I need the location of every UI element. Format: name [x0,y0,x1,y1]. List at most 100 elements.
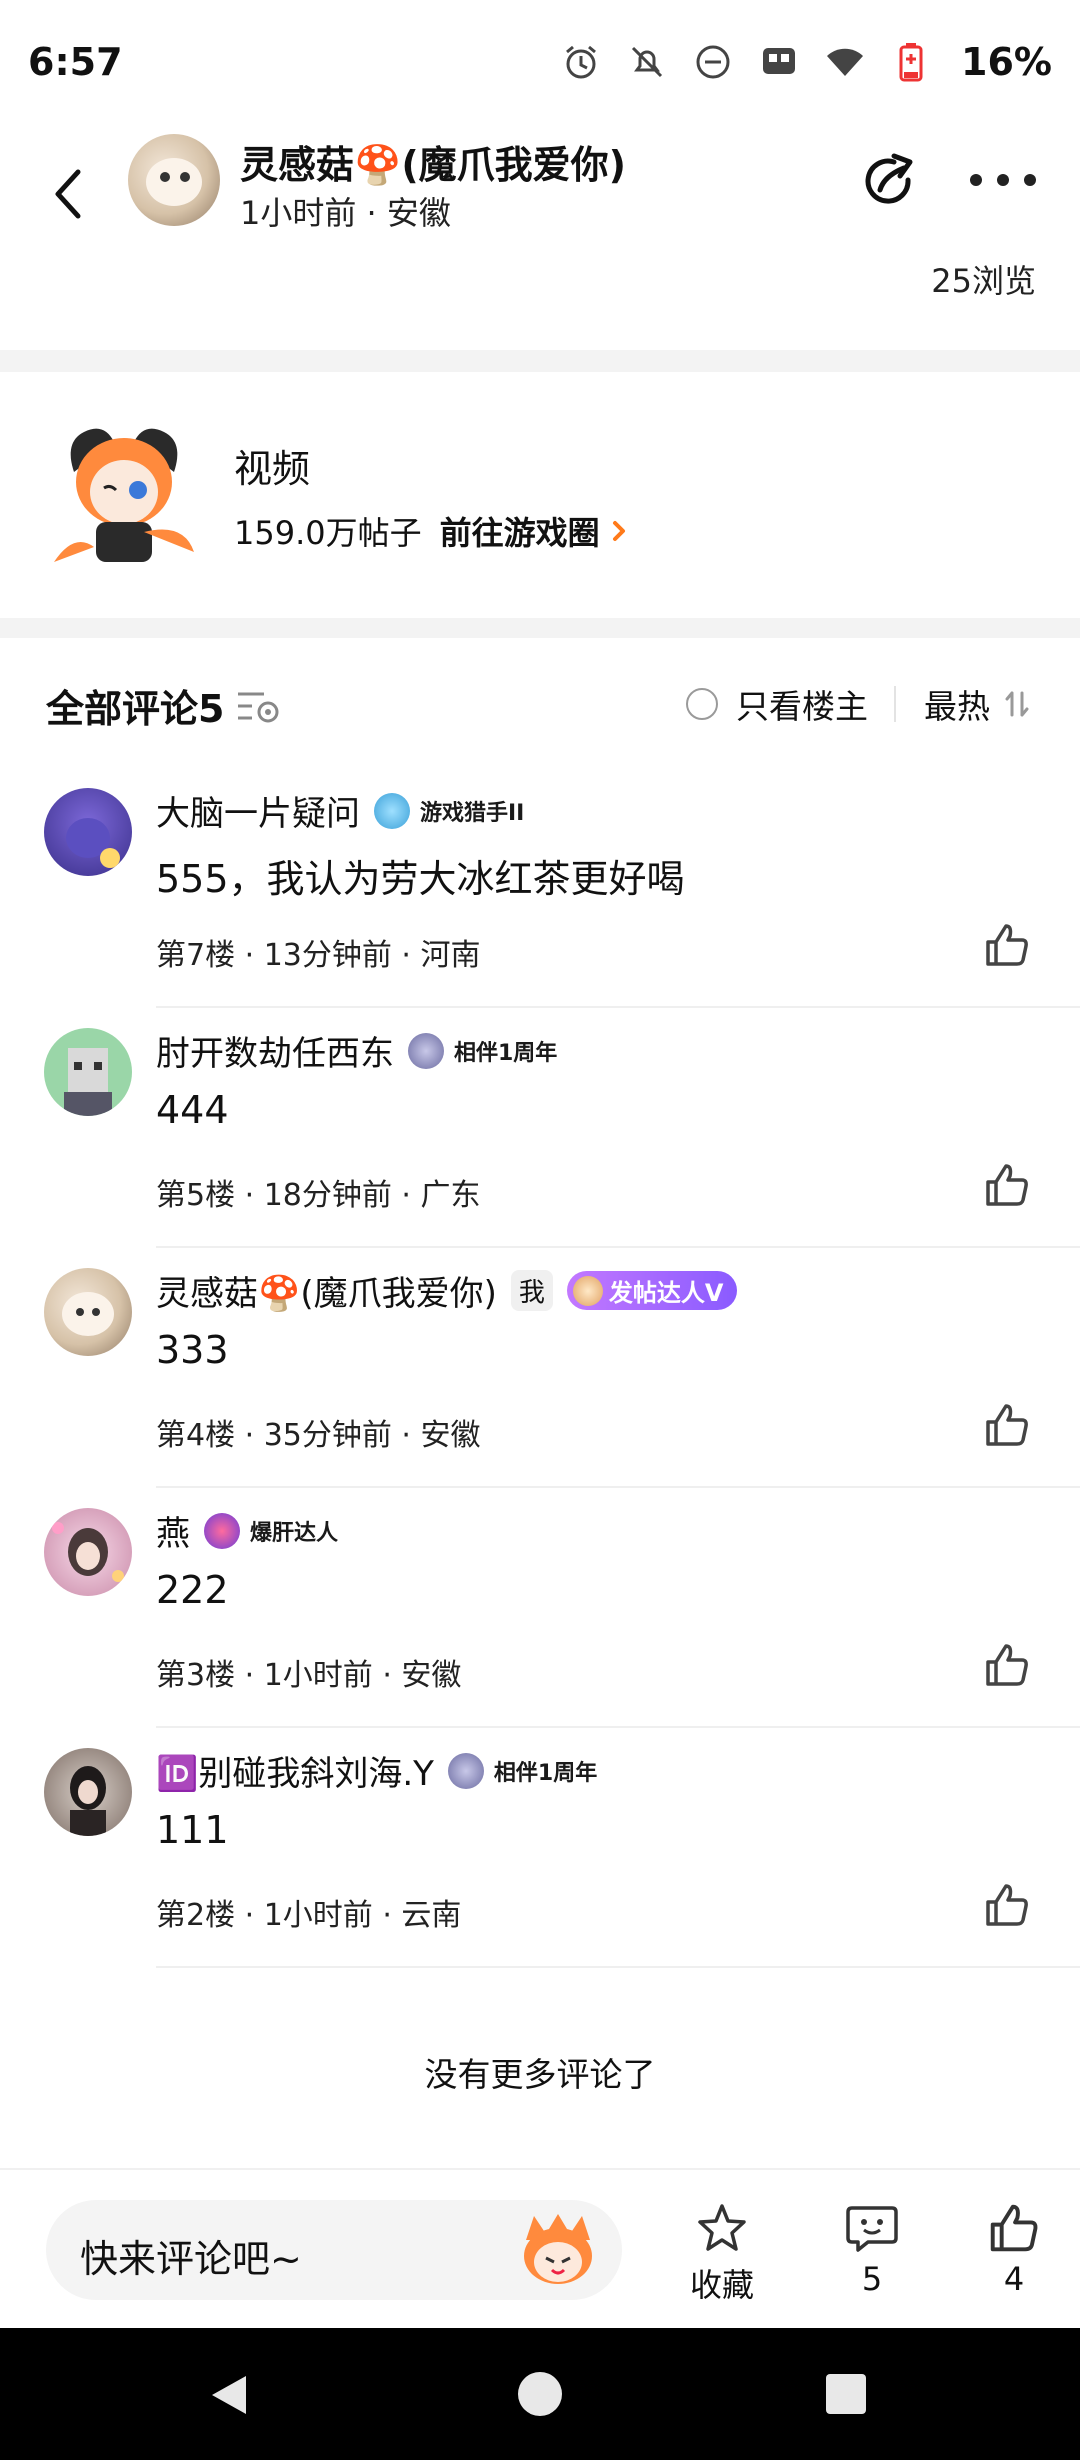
user-badge: 爆肝达人 [204,1512,343,1549]
divider [894,686,896,722]
thumbs-up-icon[interactable] [982,1160,1032,1210]
like-post-button[interactable]: 4 [964,2200,1064,2310]
nav-recents-icon[interactable] [826,2374,866,2414]
comment-input-placeholder: 快来评论吧~ [80,2237,302,2281]
comment-bubble-icon [846,2206,898,2252]
view-count: 25浏览 [931,262,1036,300]
radio-icon [686,688,718,720]
game-circle-card[interactable]: 视频 159.0万帖子 前往游戏圈 [0,372,1080,618]
post-meta: 1小时前 · 安徽 [240,194,451,232]
bottom-action-bar: 快来评论吧~ 收藏 5 4 [0,2168,1080,2328]
comment-meta: 第5楼 · 18分钟前 · 广东 [156,1178,481,1213]
circle-mascot-image [54,428,194,562]
comment-item[interactable]: 🆔别碰我斜刘海.Y 相伴1周年 111 第2楼 · 1小时前 · 云南 [0,1728,1080,1968]
sort-label: 最热 [924,687,990,726]
comments-title: 全部评论5 [46,687,225,731]
app-notification-icon [759,42,799,82]
comments-section: 全部评论5 只看楼主 最热 大脑一片疑问 游戏猎手II 555，我认为劳大冰红茶… [0,638,1080,2168]
comment-meta: 第7楼 · 13分钟前 · 河南 [156,938,481,973]
share-button[interactable] [858,150,922,214]
back-button[interactable] [40,154,96,234]
commenter-avatar[interactable] [44,1508,132,1596]
circle-meta: 159.0万帖子 前往游戏圈 [234,508,630,554]
comment-text: 111 [156,1808,229,1852]
mascot-emoji-icon[interactable] [516,2210,600,2290]
thumbs-up-icon[interactable] [982,1880,1032,1930]
sort-toggle[interactable]: 最热 [924,680,1032,728]
section-gap [0,350,1080,372]
only-op-toggle[interactable]: 只看楼主 [686,680,868,728]
comment-item[interactable]: 大脑一片疑问 游戏猎手II 555，我认为劳大冰红茶更好喝 第7楼 · 13分钟… [0,768,1080,1008]
author-name[interactable]: 灵感菇🍄(魔爪我爱你) [240,134,626,189]
thumbs-up-icon[interactable] [982,1640,1032,1690]
comment-item[interactable]: 燕 爆肝达人 222 第3楼 · 1小时前 · 安徽 [0,1488,1080,1728]
status-time: 6:57 [28,40,123,84]
me-badge: 我 [510,1270,553,1311]
comment-text: 555，我认为劳大冰红茶更好喝 [156,857,685,901]
badge-label: 相伴1周年 [450,1034,562,1067]
badge-label: 爆肝达人 [246,1514,343,1547]
no-more-comments: 没有更多评论了 [424,2055,656,2094]
commenter-name[interactable]: 大脑一片疑问 [156,786,360,835]
thumbs-up-icon [990,2204,1038,2252]
thumbs-up-icon[interactable] [982,1400,1032,1450]
badge-label: 游戏猎手II [416,794,529,827]
commenter-name[interactable]: 肘开数劫任西东 [156,1026,394,1075]
comments-header: 全部评论5 只看楼主 最热 [0,678,1080,748]
commenter-info: 🆔别碰我斜刘海.Y 相伴1周年 [156,1746,602,1795]
more-options-button[interactable] [970,160,1036,200]
comment-meta: 第2楼 · 1小时前 · 云南 [156,1898,462,1933]
nav-home-icon[interactable] [518,2372,562,2416]
comment-text: 333 [156,1328,229,1372]
circle-title: 视频 [234,447,311,491]
bell-off-icon [627,42,667,82]
filter-settings-icon[interactable] [236,686,282,726]
comment-count-button[interactable]: 5 [822,2200,922,2310]
commenter-name[interactable]: 🆔别碰我斜刘海.Y [156,1746,434,1795]
comment-count: 5 [861,2260,883,2298]
sort-arrows-icon [1005,691,1029,717]
commenter-name[interactable]: 灵感菇🍄(魔爪我爱你) [156,1266,497,1315]
battery-icon [891,42,931,82]
status-bar: 6:57 16% [0,0,1080,120]
commenter-avatar[interactable] [44,1748,132,1836]
user-badge: 游戏猎手II [374,792,529,829]
chevron-right-icon [612,521,625,541]
dnd-icon [693,42,733,82]
go-to-circle-label: 前往游戏圈 [439,514,600,552]
comment-item[interactable]: 灵感菇🍄(魔爪我爱你) 我 发帖达人V 333 第4楼 · 35分钟前 · 安徽 [0,1248,1080,1488]
user-badge: 发帖达人V [566,1271,738,1310]
wifi-icon [825,42,865,82]
commenter-avatar[interactable] [44,1268,132,1356]
divider [156,1966,1080,1968]
nav-back-icon[interactable] [206,2372,252,2418]
star-icon [698,2204,746,2251]
commenter-info: 燕 爆肝达人 [156,1506,343,1555]
status-icons: 16% [561,40,1052,84]
comment-input[interactable]: 快来评论吧~ [46,2200,622,2300]
only-op-label: 只看楼主 [736,687,868,726]
comment-meta: 第3楼 · 1小时前 · 安徽 [156,1658,462,1693]
chevron-left-icon [55,169,81,219]
badge-label: 相伴1周年 [489,1754,602,1787]
badge-icon [204,1512,240,1549]
commenter-avatar[interactable] [44,788,132,876]
favorite-button[interactable]: 收藏 [672,2200,772,2310]
comment-meta: 第4楼 · 35分钟前 · 安徽 [156,1418,481,1453]
thumbs-up-icon[interactable] [982,920,1032,970]
circle-post-count: 159.0万帖子 [234,514,422,552]
commenter-avatar[interactable] [44,1028,132,1116]
comment-item[interactable]: 肘开数劫任西东 相伴1周年 444 第5楼 · 18分钟前 · 广东 [0,1008,1080,1248]
section-gap [0,618,1080,638]
badge-icon [374,792,410,829]
user-badge: 相伴1周年 [447,1752,602,1789]
author-avatar[interactable] [128,134,220,226]
alarm-icon [561,42,601,82]
badge-label: 发帖达人V [608,1279,724,1307]
commenter-info: 肘开数劫任西东 相伴1周年 [156,1026,562,1075]
comment-text: 444 [156,1088,229,1132]
go-to-circle-link[interactable]: 前往游戏圈 [440,508,630,554]
commenter-info: 大脑一片疑问 游戏猎手II [156,786,529,835]
favorite-label: 收藏 [689,2266,754,2304]
commenter-name[interactable]: 燕 [156,1506,190,1555]
